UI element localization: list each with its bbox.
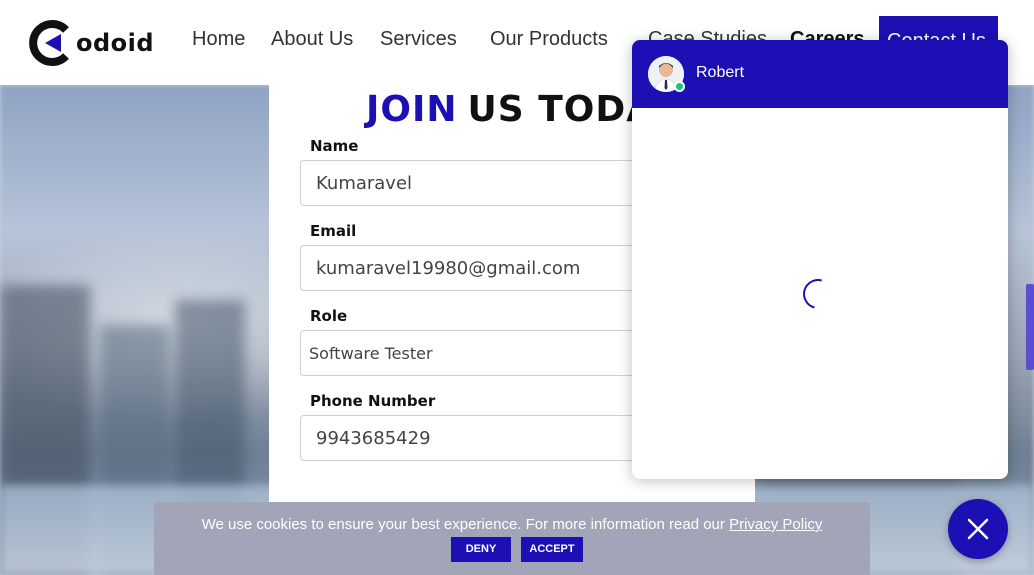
deny-button[interactable]: DENY [451, 537, 511, 562]
loading-spinner-icon [797, 273, 839, 315]
page-scrollbar[interactable] [1026, 284, 1034, 370]
title-accent: JOIN [366, 89, 458, 130]
phone-label: Phone Number [310, 392, 436, 410]
codoid-logo-icon [28, 20, 74, 66]
chat-window: Robert [632, 40, 1008, 479]
cookie-message-text: We use cookies to ensure your best exper… [201, 516, 730, 533]
nav-services[interactable]: Services [380, 28, 457, 51]
online-status-dot [674, 81, 685, 92]
logo-text: odoid [76, 29, 155, 57]
nav-home[interactable]: Home [192, 28, 245, 51]
cookie-message: We use cookies to ensure your best exper… [154, 516, 870, 533]
agent-name: Robert [696, 64, 745, 81]
accept-button[interactable]: ACCEPT [521, 537, 583, 562]
nav-about-us[interactable]: About Us [271, 28, 353, 51]
chat-close-button[interactable] [948, 499, 1008, 559]
email-label: Email [310, 222, 357, 240]
privacy-policy-link[interactable]: Privacy Policy [729, 516, 822, 533]
name-label: Name [310, 137, 359, 155]
role-label: Role [310, 307, 348, 325]
cookie-banner: We use cookies to ensure your best exper… [154, 502, 870, 575]
close-icon [967, 518, 989, 540]
chat-header: Robert [632, 40, 1008, 108]
site-logo[interactable]: odoid [28, 19, 158, 67]
nav-our-products[interactable]: Our Products [490, 28, 608, 51]
